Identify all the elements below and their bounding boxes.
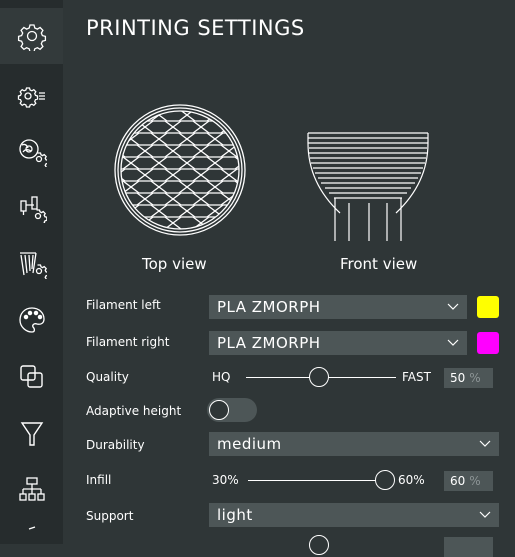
preview-area: [114, 104, 429, 241]
filament-right-label: Filament right: [86, 335, 170, 349]
infill-gear-icon: [19, 252, 47, 279]
chevron-down-icon: [447, 339, 459, 346]
infill-label: Infill: [86, 473, 112, 487]
infill-min-label: 30%: [212, 473, 239, 487]
adaptive-height-toggle[interactable]: [207, 398, 257, 422]
infill-value: 60: [450, 474, 466, 488]
infill-unit: %: [469, 474, 481, 488]
sidebar-item-toolhead[interactable]: [0, 180, 63, 236]
gear-icon: [17, 24, 46, 51]
quality-slider-handle[interactable]: [309, 367, 329, 387]
filament-left-value: PLA ZMORPH: [217, 298, 321, 316]
chevron-down-icon: [479, 511, 491, 518]
quality-max-label: FAST: [402, 370, 431, 384]
support-value: light: [217, 506, 253, 524]
quality-unit: %: [469, 371, 481, 385]
partial-icon: [28, 526, 35, 530]
funnel-icon: [20, 422, 43, 446]
page-title: PRINTING SETTINGS: [86, 16, 305, 40]
sidebar-item-filament[interactable]: [0, 124, 63, 180]
durability-label: Durability: [86, 438, 145, 452]
palette-icon: [18, 307, 45, 333]
chevron-down-icon: [447, 303, 459, 310]
chevron-down-icon: [479, 440, 491, 447]
sidebar-item-settings[interactable]: [0, 8, 63, 64]
top-view-drawing: [114, 104, 246, 236]
sidebar-item-infill[interactable]: [0, 236, 63, 292]
sidebar-item-more[interactable]: [0, 518, 63, 544]
quality-label: Quality: [86, 370, 129, 384]
durability-value: medium: [217, 435, 282, 453]
toolhead-gear-icon: [19, 196, 47, 223]
durability-select[interactable]: medium: [209, 432, 499, 456]
support-select[interactable]: light: [209, 503, 499, 527]
sidebar-item-structure[interactable]: [0, 462, 63, 518]
next-slider-handle-partial[interactable]: [309, 535, 329, 555]
gear-list-icon: [17, 87, 45, 108]
filament-right-value: PLA ZMORPH: [217, 334, 321, 352]
sidebar-item-print-settings[interactable]: [0, 68, 63, 124]
infill-value-field[interactable]: 60%: [444, 471, 493, 491]
sidebar-item-colors[interactable]: [0, 292, 63, 348]
next-value-field-partial[interactable]: [444, 537, 493, 557]
top-view-label: Top view: [142, 255, 207, 273]
sidebar-item-layers[interactable]: [0, 348, 63, 404]
layers-icon: [19, 365, 43, 388]
toggle-knob: [209, 400, 229, 420]
front-view-label: Front view: [340, 255, 418, 273]
quality-value: 50: [450, 371, 466, 385]
filament-right-color-swatch[interactable]: [477, 332, 499, 354]
infill-max-label: 60%: [398, 473, 425, 487]
front-view-drawing: [307, 132, 429, 241]
filament-left-color-swatch[interactable]: [477, 296, 499, 318]
quality-value-field[interactable]: 50%: [444, 368, 493, 388]
network-icon: [18, 477, 45, 501]
quality-min-label: HQ: [212, 370, 231, 384]
adaptive-height-label: Adaptive height: [86, 404, 182, 418]
filament-left-label: Filament left: [86, 298, 161, 312]
sidebar-item-filter[interactable]: [0, 406, 63, 462]
support-label: Support: [86, 509, 134, 523]
filament-left-select[interactable]: PLA ZMORPH: [209, 295, 467, 319]
filament-spool-gear-icon: [18, 139, 47, 167]
infill-slider-handle[interactable]: [375, 470, 395, 490]
sidebar: [0, 0, 63, 544]
filament-right-select[interactable]: PLA ZMORPH: [209, 331, 467, 355]
infill-slider-track[interactable]: [248, 480, 376, 481]
